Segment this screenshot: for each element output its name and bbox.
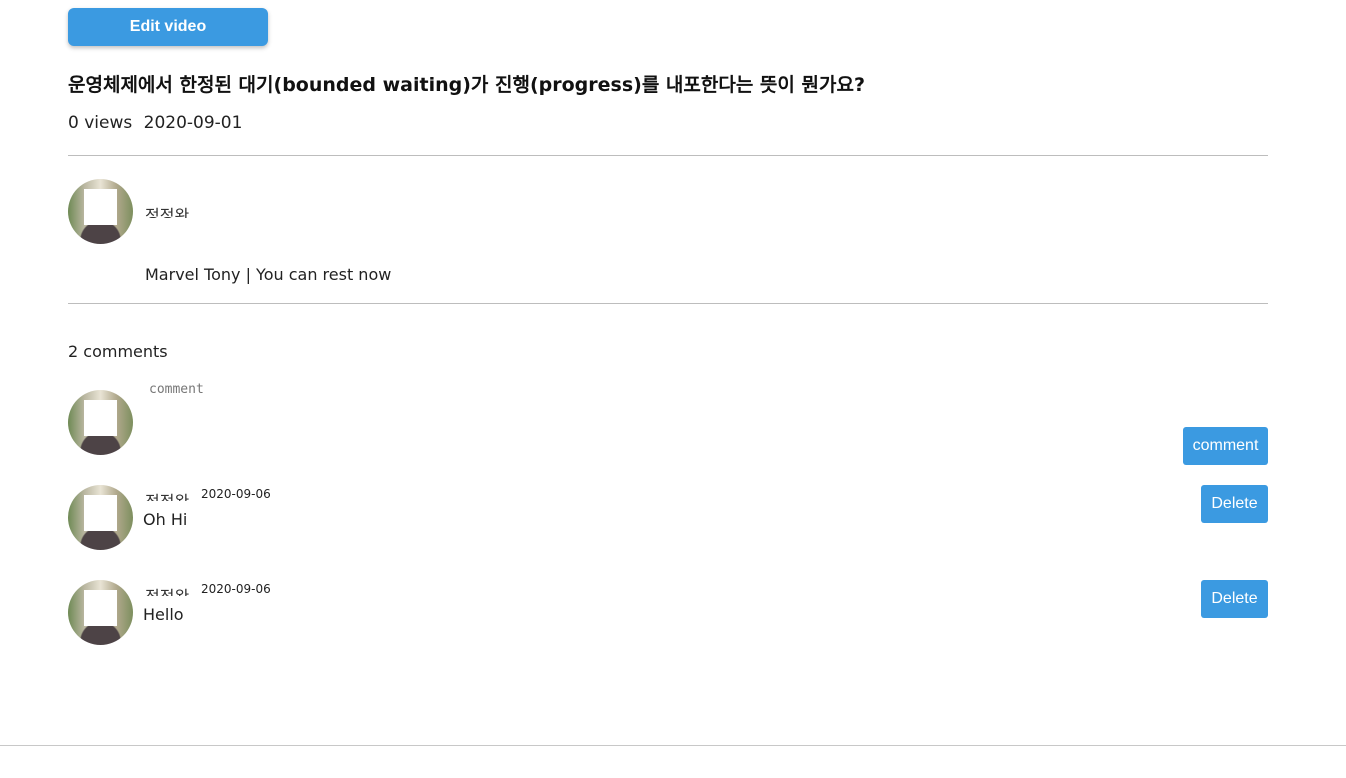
video-title: 운영체제에서 한정된 대기(bounded waiting)가 진행(progr… [68,74,865,96]
delete-comment-button[interactable]: Delete [1201,485,1268,523]
comment-date: 2020-09-06 [201,582,271,596]
comment-date: 2020-09-06 [201,487,271,501]
footer-divider [0,745,1346,746]
view-count: 0 views [68,113,133,133]
comment-text: Oh Hi [143,510,188,529]
comment-author-name[interactable]: 정정완 [145,582,195,596]
comment-author-avatar[interactable] [68,485,133,550]
comment-count: 2 comments [68,342,168,361]
video-detail-page: Edit video 운영체제에서 한정된 대기(bounded waiting… [0,0,1346,778]
comment-author-name[interactable]: 정정완 [145,487,195,501]
comment-submit-button[interactable]: comment [1183,427,1268,465]
upload-date: 2020-09-01 [143,113,243,133]
delete-comment-button[interactable]: Delete [1201,580,1268,618]
divider [68,303,1268,304]
divider [68,155,1268,156]
comment-text: Hello [143,605,184,624]
uploader-name[interactable]: 정정완 [145,196,205,218]
uploader-avatar[interactable] [68,179,133,244]
comment-input[interactable] [143,380,1173,460]
video-description: Marvel Tony | You can rest now [145,265,392,284]
comment-author-avatar[interactable] [68,580,133,645]
edit-video-button[interactable]: Edit video [68,8,268,46]
video-meta: 0 views 2020-09-01 [68,113,242,133]
current-user-avatar [68,390,133,455]
